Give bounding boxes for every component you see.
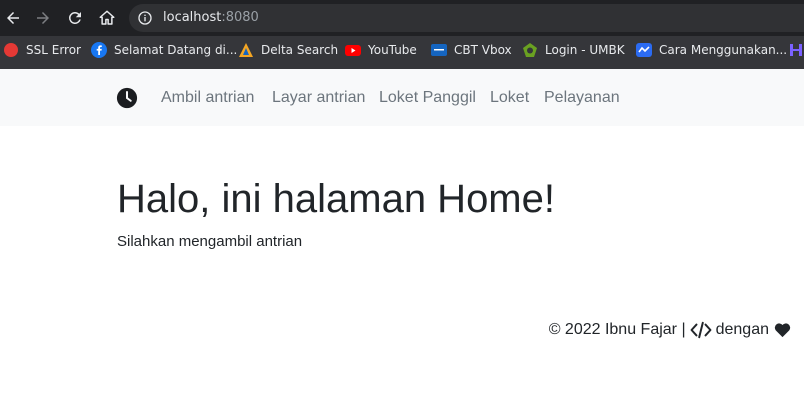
- forward-button[interactable]: [33, 8, 53, 28]
- bookmark-label: SSL Error: [26, 43, 81, 57]
- cbt-vbox-icon: [431, 42, 447, 58]
- page-title: Halo, ini halaman Home!: [117, 177, 555, 221]
- footer-credit: © 2022 Ibnu Fajar |: [548, 321, 686, 338]
- nav-loket-panggil[interactable]: Loket Panggil: [379, 88, 476, 108]
- address-bar[interactable]: localhost:8080: [129, 4, 804, 32]
- bookmark-label: YouTube: [368, 43, 417, 57]
- bookmarks-bar: SSL Error Selamat Datang di... Delta Sea…: [0, 36, 804, 69]
- nav-pelayanan[interactable]: Pelayanan: [544, 88, 620, 108]
- bookmark-youtube[interactable]: YouTube: [345, 36, 417, 64]
- footer-dengan: dengan: [715, 321, 769, 338]
- bookmark-label: Selamat Datang di...: [114, 43, 238, 57]
- bookmark-label: Cara Menggunakan...: [659, 43, 788, 57]
- bookmark-delta-search[interactable]: Delta Search: [238, 36, 338, 64]
- url-port: :8080: [221, 10, 259, 25]
- url-text: localhost:8080: [163, 9, 259, 27]
- ssl-error-icon: [3, 42, 19, 58]
- youtube-icon: [345, 42, 361, 58]
- reload-button[interactable]: [65, 8, 85, 28]
- page-subtitle: Silahkan mengambil antrian: [117, 233, 303, 250]
- bookmark-overflow[interactable]: [788, 36, 804, 64]
- nav-loket[interactable]: Loket: [490, 88, 529, 108]
- partial-bookmark-icon: [788, 42, 804, 58]
- umbk-icon: [522, 42, 538, 58]
- home-icon: [99, 10, 115, 25]
- bookmark-label: CBT Vbox: [454, 43, 512, 57]
- arrow-left-icon: [7, 12, 19, 24]
- bookmark-selamat-datang[interactable]: Selamat Datang di...: [91, 36, 237, 64]
- home-button[interactable]: [97, 8, 117, 28]
- bookmark-label: Login - UMBK: [545, 43, 625, 57]
- url-host: localhost: [163, 10, 222, 25]
- bookmark-cbt-vbox[interactable]: CBT Vbox: [431, 36, 512, 64]
- heart-icon: [774, 323, 791, 338]
- site-navbar: Ambil antrian Layar antrian Loket Panggi…: [0, 69, 804, 126]
- arrow-right-icon: [37, 12, 49, 24]
- browser-toolbar: localhost:8080: [0, 0, 804, 36]
- info-icon[interactable]: [137, 10, 153, 26]
- back-button[interactable]: [3, 8, 23, 28]
- reload-icon: [68, 11, 81, 24]
- nav-ambil-antrian[interactable]: Ambil antrian: [161, 88, 254, 108]
- bookmark-label: Delta Search: [261, 43, 339, 57]
- facebook-icon: [91, 42, 107, 58]
- clock-icon[interactable]: [116, 87, 138, 109]
- nav-layar-antrian[interactable]: Layar antrian: [272, 88, 365, 108]
- bookmark-login-umbk[interactable]: Login - UMBK: [522, 36, 625, 64]
- bookmark-ssl-error[interactable]: SSL Error: [3, 36, 81, 64]
- footer: © 2022 Ibnu Fajar | dengan: [549, 320, 791, 340]
- code-icon: [690, 321, 712, 339]
- bookmark-cara-menggunakan[interactable]: Cara Menggunakan...: [636, 36, 787, 64]
- chart-favicon-icon: [636, 42, 652, 58]
- delta-search-icon: [238, 42, 254, 58]
